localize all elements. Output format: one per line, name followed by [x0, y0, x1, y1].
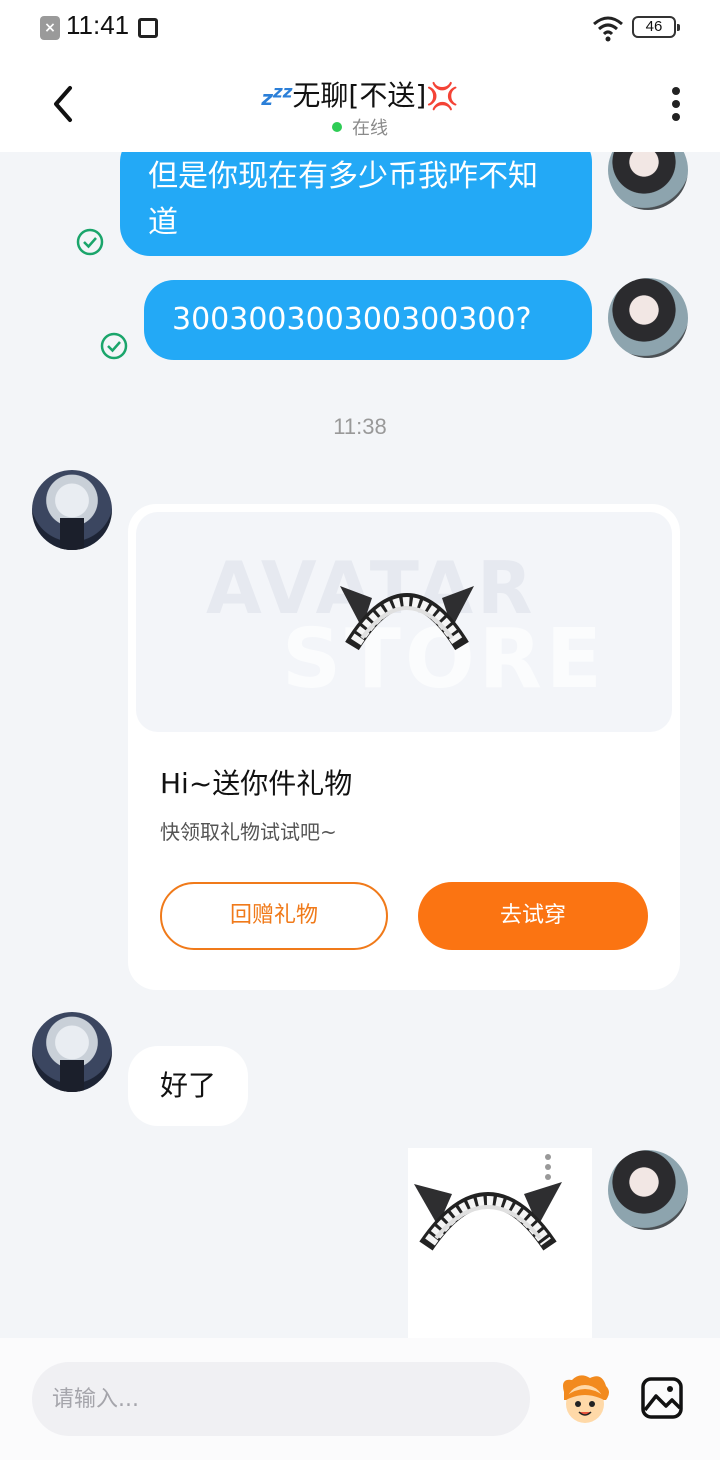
gift-card[interactable]: AVATAR STORE Hi~送你件礼物 快领取礼物试试吧~ 回赠礼物 去试穿 [128, 504, 680, 990]
status-bar: × 11:41 46 [0, 0, 720, 56]
message-input-bar [0, 1338, 720, 1460]
image-picker-icon[interactable] [640, 1376, 684, 1420]
chat-message-list[interactable]: 但是你现在有多少币我咋不知道 300300300300300300? 11:38… [0, 152, 720, 1338]
my-avatar[interactable] [608, 1150, 688, 1230]
maid-headband-icon [414, 1182, 562, 1251]
zzz-icon: zzz [261, 82, 293, 110]
outgoing-sticker-message[interactable] [408, 1148, 592, 1338]
chat-header: zzz无聊[不送]💢 在线 [0, 56, 720, 152]
online-dot-icon [332, 122, 342, 132]
screenshot-icon [138, 18, 158, 38]
try-on-button[interactable]: 去试穿 [418, 882, 648, 950]
notification-icon: × [40, 16, 60, 40]
emoji-sticker-button[interactable] [556, 1372, 614, 1426]
more-dot-icon [672, 100, 680, 108]
more-options-button[interactable] [664, 84, 688, 124]
gift-title: Hi~送你件礼物 [160, 767, 353, 800]
status-time: 11:41 [66, 10, 130, 40]
read-check-icon [100, 332, 128, 360]
gift-banner-image: AVATAR STORE [136, 512, 672, 732]
more-dot-icon [672, 113, 680, 121]
more-dot-icon [545, 1164, 551, 1170]
read-check-icon [76, 228, 104, 256]
online-status-text: 在线 [352, 118, 388, 139]
maid-headband-icon [340, 586, 474, 651]
chat-title: zzz无聊[不送]💢 [0, 74, 720, 114]
more-dot-icon [545, 1154, 551, 1160]
incoming-message-bubble[interactable]: 好了 [128, 1046, 248, 1126]
chat-title-text: 无聊[不送] [292, 79, 427, 112]
my-avatar[interactable] [608, 278, 688, 358]
outgoing-message-bubble[interactable]: 300300300300300300? [144, 280, 592, 360]
message-timestamp: 11:38 [333, 414, 387, 439]
battery-indicator: 46 [632, 16, 680, 38]
anger-icon: 💢 [426, 82, 459, 112]
online-status: 在线 [0, 114, 720, 140]
return-gift-button[interactable]: 回赠礼物 [160, 882, 388, 950]
my-avatar[interactable] [608, 152, 688, 210]
contact-avatar[interactable] [32, 470, 112, 550]
outgoing-message-bubble[interactable]: 但是你现在有多少币我咋不知道 [120, 152, 592, 256]
wifi-icon [593, 16, 623, 42]
more-dot-icon [672, 87, 680, 95]
gift-subtitle: 快领取礼物试试吧~ [160, 820, 337, 844]
message-input[interactable] [32, 1362, 530, 1436]
contact-avatar[interactable] [32, 1012, 112, 1092]
